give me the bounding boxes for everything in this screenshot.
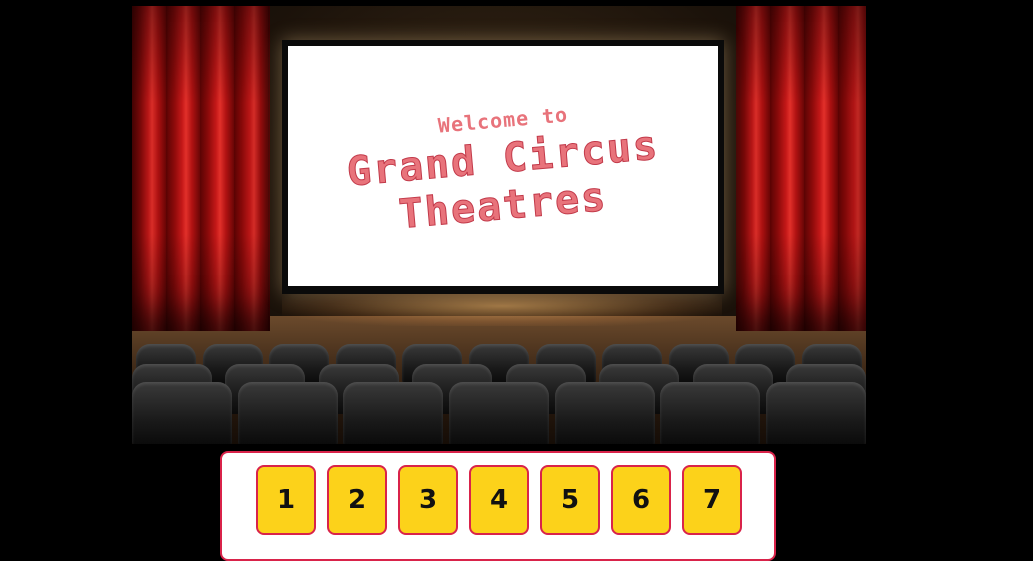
audience-seats [132,342,866,444]
seat-button-4[interactable]: 4 [469,465,529,535]
seat-button-7[interactable]: 7 [682,465,742,535]
left-curtain [132,6,270,331]
movie-screen-frame: Welcome to Grand Circus Theatres [282,40,724,294]
movie-screen: Welcome to Grand Circus Theatres [288,46,718,286]
seat-button-5[interactable]: 5 [540,465,600,535]
seat [448,382,549,444]
theatre-stage-image: Welcome to Grand Circus Theatres [132,6,866,444]
seat-button-3[interactable]: 3 [398,465,458,535]
seat-button-6[interactable]: 6 [611,465,671,535]
seat-button-1[interactable]: 1 [256,465,316,535]
right-curtain [736,6,866,331]
seat-button-row-1: 1 2 3 4 5 6 7 [256,465,742,535]
seat-button-2[interactable]: 2 [327,465,387,535]
seat [554,382,655,444]
seat-selection-panel: 1 2 3 4 5 6 7 [220,451,776,561]
seat [660,382,761,444]
seat [765,382,866,444]
seat [132,382,232,444]
seat-row-front [132,382,866,444]
seat [343,382,444,444]
seat [237,382,338,444]
